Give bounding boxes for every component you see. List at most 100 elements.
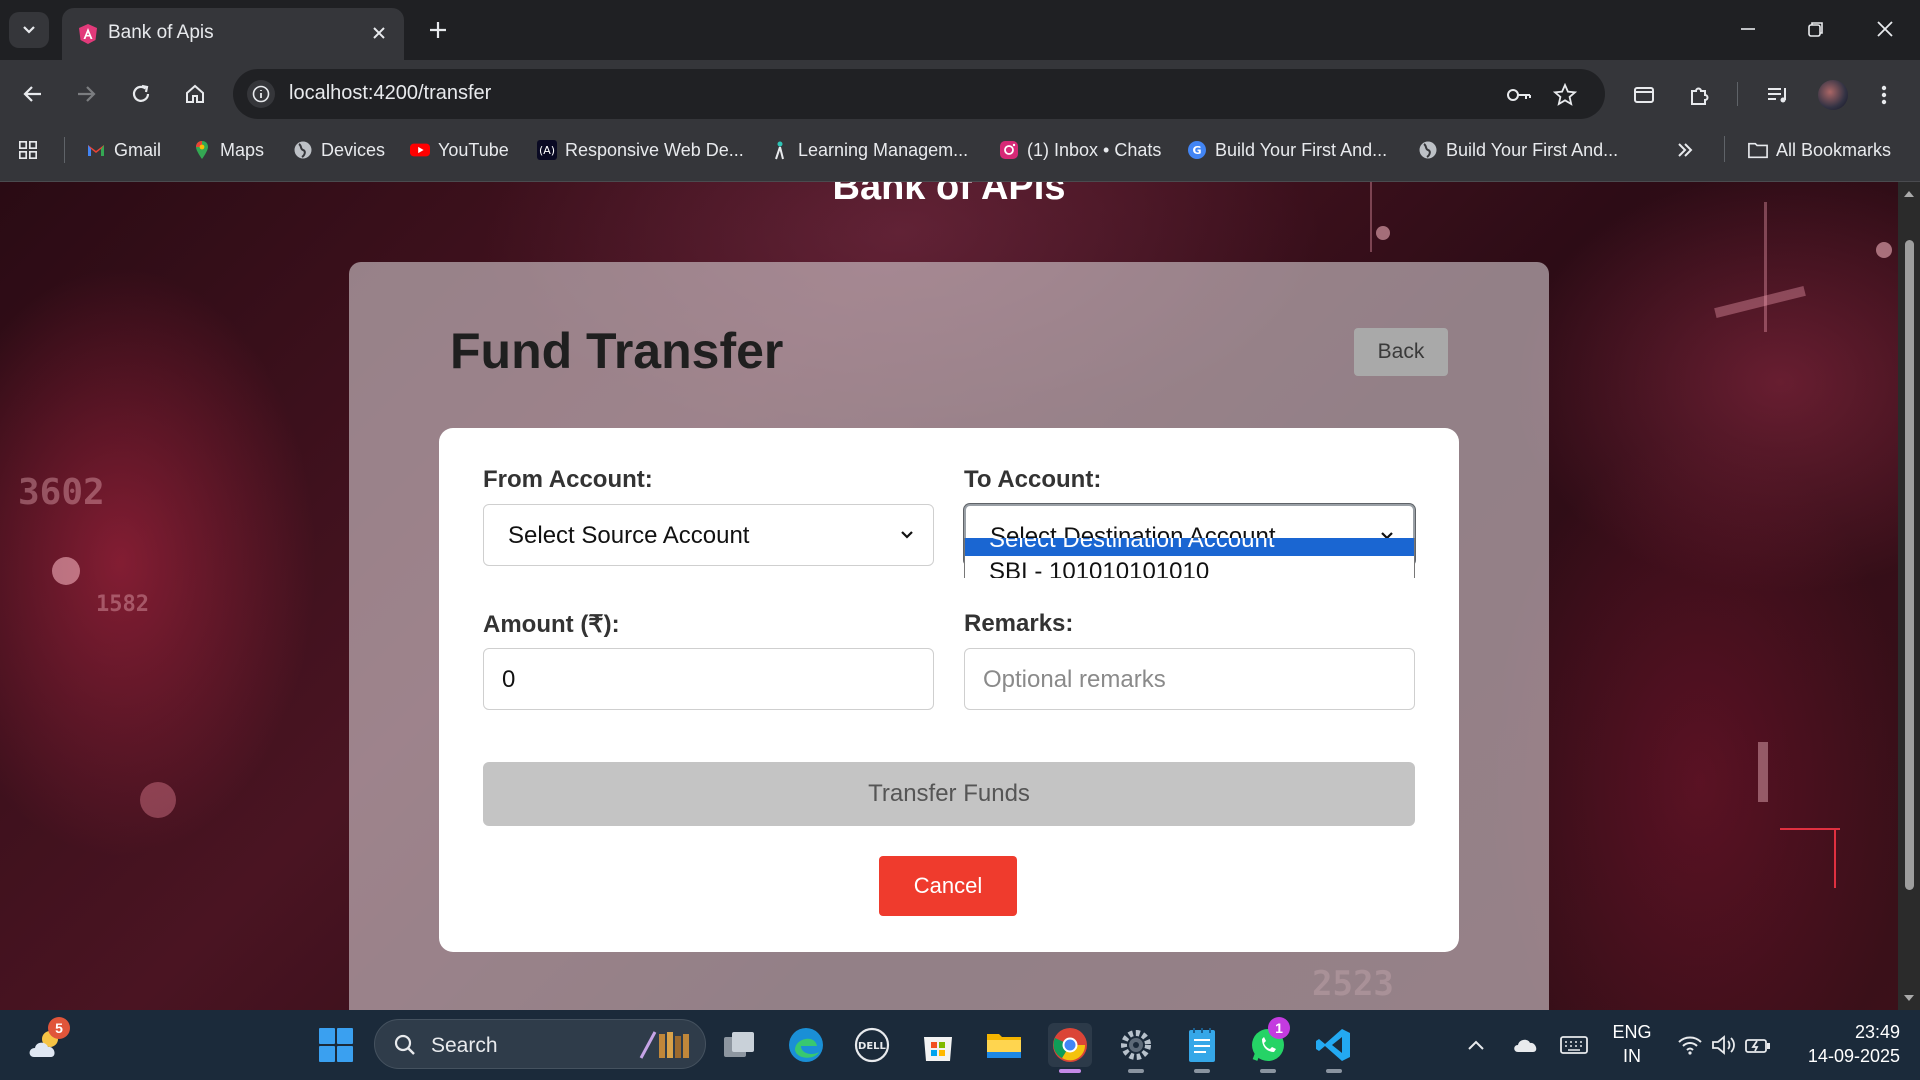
home-button[interactable] <box>180 79 210 109</box>
notepad-app[interactable] <box>1180 1023 1224 1073</box>
arrow-left-icon <box>23 86 41 102</box>
bookmark-label: Build Your First And... <box>1215 139 1388 160</box>
bookmark-maps[interactable]: Maps <box>192 137 264 163</box>
from-account-select[interactable]: Select Source Account <box>483 504 934 566</box>
remarks-placeholder: Optional remarks <box>983 666 1166 693</box>
bookmark-instagram-inbox[interactable]: (1) Inbox • Chats <box>999 137 1161 163</box>
show-hidden-icons-button[interactable] <box>1456 1023 1496 1067</box>
forward-nav-button[interactable] <box>71 79 101 109</box>
bookmarks-divider <box>64 137 65 163</box>
more-vertical-icon <box>1881 85 1887 105</box>
cast-icon <box>1634 87 1654 103</box>
search-icon <box>394 1034 415 1055</box>
background-number: 3602 <box>18 472 105 513</box>
whatsapp-app[interactable]: 1 <box>1246 1017 1290 1073</box>
transfer-funds-button[interactable]: Transfer Funds <box>483 762 1415 826</box>
tab-search-button[interactable] <box>9 12 49 48</box>
page-scrollbar[interactable] <box>1898 182 1920 1010</box>
fund-transfer-panel: Fund Transfer Back From Account: Select … <box>349 262 1549 1010</box>
bookmark-devices[interactable]: Devices <box>293 137 385 163</box>
svg-text:G: G <box>1192 144 1201 157</box>
site-info-button[interactable] <box>247 80 275 108</box>
to-account-label: To Account: <box>964 466 1102 493</box>
bookmark-gmail[interactable]: Gmail <box>86 137 161 163</box>
battery-status[interactable] <box>1738 1023 1778 1067</box>
cancel-button[interactable]: Cancel <box>879 856 1017 916</box>
scroll-up-icon[interactable] <box>1903 188 1915 200</box>
from-account-label: From Account: <box>483 466 653 493</box>
start-button[interactable] <box>314 1023 358 1067</box>
clock[interactable]: 23:49 14-09-2025 <box>1790 1020 1900 1068</box>
file-explorer-app[interactable] <box>982 1023 1026 1067</box>
restore-button[interactable] <box>1801 14 1831 44</box>
remarks-input[interactable]: Optional remarks <box>964 648 1415 710</box>
arrow-right-icon <box>78 86 96 102</box>
onedrive-button[interactable] <box>1506 1023 1546 1067</box>
media-control-button[interactable] <box>1762 79 1794 111</box>
dropdown-option-selected[interactable]: Select Destination Account <box>965 538 1414 556</box>
chrome-menu-button[interactable] <box>1868 79 1900 111</box>
bookmark-label: Learning Managem... <box>798 139 969 160</box>
toolbar-divider <box>1737 82 1738 106</box>
all-bookmarks-label: All Bookmarks <box>1776 139 1892 160</box>
instagram-icon <box>1000 141 1018 159</box>
freecodecamp-icon: (A) <box>537 140 557 160</box>
amount-value: 0 <box>502 666 516 693</box>
minimize-button[interactable] <box>1733 14 1763 44</box>
touch-keyboard-button[interactable] <box>1554 1023 1594 1067</box>
bookmark-star-button[interactable] <box>1551 81 1579 109</box>
profile-avatar[interactable] <box>1818 80 1848 110</box>
bookmark-youtube[interactable]: YouTube <box>410 137 509 163</box>
amount-input[interactable]: 0 <box>483 648 934 710</box>
active-tab[interactable]: Bank of Apis <box>62 8 404 60</box>
task-view-button[interactable] <box>718 1023 762 1067</box>
cast-button[interactable] <box>1628 79 1660 111</box>
task-view-icon <box>724 1032 754 1057</box>
extensions-button[interactable] <box>1684 79 1716 111</box>
bookmarks-overflow-button[interactable] <box>1676 137 1694 163</box>
dell-app[interactable]: DELL <box>850 1023 894 1067</box>
bookmark-build-android-2[interactable]: Build Your First And... <box>1418 137 1618 163</box>
star-icon <box>1553 83 1577 106</box>
bookmark-learning-management[interactable]: Learning Managem... <box>770 137 968 163</box>
edge-app[interactable] <box>784 1023 828 1067</box>
close-window-button[interactable] <box>1870 14 1900 44</box>
gmail-icon <box>88 145 104 156</box>
info-icon <box>252 85 270 103</box>
keyboard-icon <box>1560 1036 1588 1054</box>
chevron-up-icon <box>1468 1040 1484 1050</box>
dell-icon: DELL <box>854 1027 890 1063</box>
new-tab-button[interactable] <box>424 16 452 44</box>
microsoft-store-app[interactable] <box>916 1023 960 1067</box>
bookmark-responsive-web[interactable]: (A) Responsive Web De... <box>537 137 744 163</box>
apps-button[interactable] <box>18 137 38 163</box>
windows-logo-icon <box>319 1028 353 1062</box>
android-icon: G <box>1188 141 1206 159</box>
chrome-app[interactable] <box>1048 1023 1092 1073</box>
scroll-thumb[interactable] <box>1905 240 1914 890</box>
vscode-app[interactable] <box>1312 1023 1356 1073</box>
taskbar-search[interactable]: Search <box>374 1019 706 1069</box>
background-glow <box>1876 242 1892 258</box>
bookmark-label: (1) Inbox • Chats <box>1027 139 1162 160</box>
all-bookmarks-button[interactable]: All Bookmarks <box>1748 137 1891 163</box>
settings-app[interactable] <box>1114 1023 1158 1073</box>
search-label: Search <box>431 1034 498 1057</box>
back-nav-button[interactable] <box>18 79 48 109</box>
tab-close-button[interactable] <box>366 20 392 46</box>
region-code: IN <box>1623 1046 1641 1066</box>
cloud-icon <box>1514 1039 1537 1052</box>
password-key-button[interactable] <box>1505 81 1533 109</box>
weather-widget[interactable]: 5 <box>24 1017 70 1067</box>
chevron-down-icon <box>901 531 913 539</box>
dropdown-option-sbi[interactable]: SBI - 101010101010 <box>965 556 1414 578</box>
scroll-down-icon[interactable] <box>1903 992 1915 1004</box>
close-icon <box>373 27 385 39</box>
address-bar[interactable]: localhost:4200/transfer <box>233 69 1605 119</box>
reload-button[interactable] <box>126 79 156 109</box>
back-button[interactable]: Back <box>1354 328 1448 376</box>
plus-icon <box>430 22 446 38</box>
language-indicator[interactable]: ENG IN <box>1602 1020 1662 1068</box>
bookmark-build-android-1[interactable]: G Build Your First And... <box>1187 137 1387 163</box>
youtube-icon <box>410 143 430 157</box>
